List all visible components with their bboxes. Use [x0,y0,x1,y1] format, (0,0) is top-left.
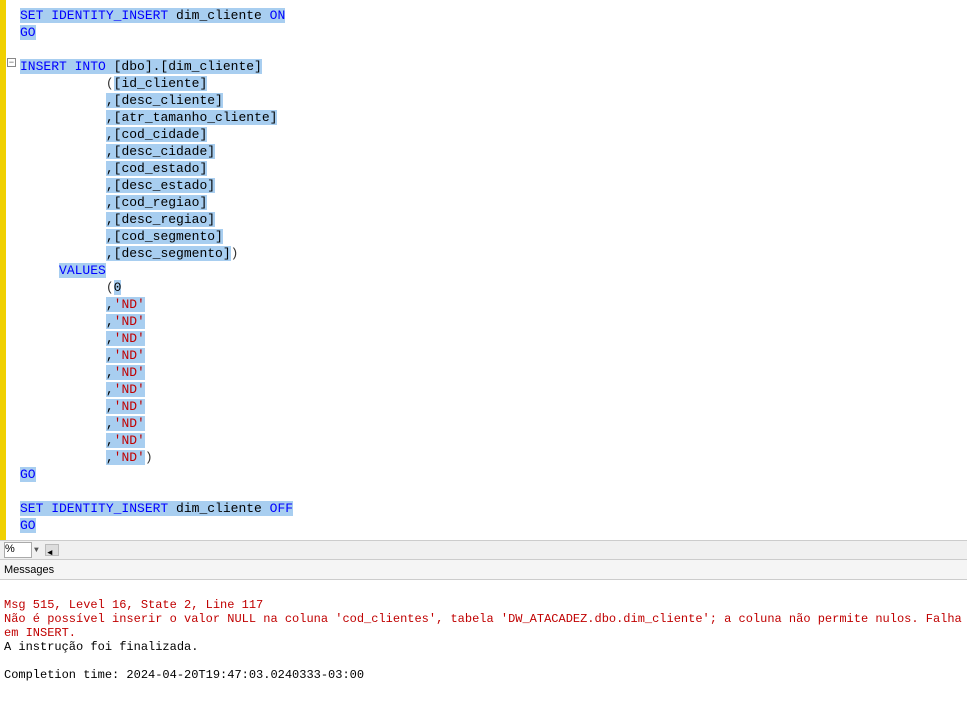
zoom-selector[interactable]: % [4,542,32,558]
sql-editor[interactable]: − SET IDENTITY_INSERT dim_cliente ONGOIN… [0,0,967,540]
code-line: ,'ND' [20,313,967,330]
code-line [20,41,967,58]
code-line: ([id_cliente] [20,75,967,92]
code-line [20,483,967,500]
fold-gutter: − [6,0,20,540]
code-line: INSERT INTO [dbo].[dim_cliente] [20,58,967,75]
code-line: ,'ND' [20,330,967,347]
collapse-region-icon[interactable]: − [7,58,16,67]
code-line: ,[cod_regiao] [20,194,967,211]
zoom-toolbar: % ▼ ◂ [0,540,967,560]
code-line: VALUES [20,262,967,279]
hscroll-left-icon[interactable]: ◂ [45,544,59,556]
code-line: ,[desc_cidade] [20,143,967,160]
code-line: ,[desc_cliente] [20,92,967,109]
code-line: ,'ND' [20,296,967,313]
code-line: ,'ND' [20,398,967,415]
code-line: ,[desc_regiao] [20,211,967,228]
code-line: SET IDENTITY_INSERT dim_cliente ON [20,7,967,24]
code-line: ,'ND' [20,347,967,364]
code-line: (0 [20,279,967,296]
code-line: GO [20,24,967,41]
code-line: SET IDENTITY_INSERT dim_cliente OFF [20,500,967,517]
error-line: Não é possível inserir o valor NULL na c… [4,612,967,640]
error-line: Msg 515, Level 16, State 2, Line 117 [4,598,263,612]
code-line: ,[desc_estado] [20,177,967,194]
messages-tab-label: Messages [4,564,54,576]
code-line: ,[cod_cidade] [20,126,967,143]
code-line: ,[desc_segmento]) [20,245,967,262]
code-line: ,'ND' [20,381,967,398]
code-line: ,'ND' [20,432,967,449]
code-line: ,'ND' [20,415,967,432]
code-line: ,'ND' [20,364,967,381]
code-line: GO [20,517,967,534]
message-line: A instrução foi finalizada. [4,640,198,654]
zoom-value: % [5,543,15,555]
code-area[interactable]: SET IDENTITY_INSERT dim_cliente ONGOINSE… [20,0,967,540]
completion-time: Completion time: 2024-04-20T19:47:03.024… [4,668,364,682]
code-line: ,[cod_estado] [20,160,967,177]
messages-pane[interactable]: Msg 515, Level 16, State 2, Line 117 Não… [0,580,967,711]
code-line: ,[atr_tamanho_cliente] [20,109,967,126]
code-line: GO [20,466,967,483]
code-line: ,[cod_segmento] [20,228,967,245]
messages-tab[interactable]: Messages [0,560,967,580]
code-line: ,'ND') [20,449,967,466]
chevron-down-icon[interactable]: ▼ [34,546,39,555]
